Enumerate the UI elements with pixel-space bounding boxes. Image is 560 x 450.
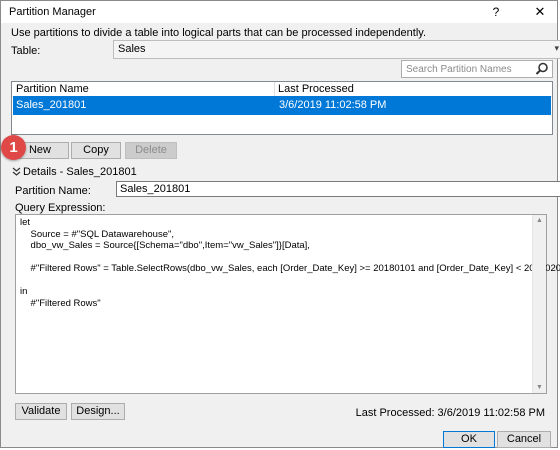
- description-text: Use partitions to divide a table into lo…: [11, 27, 426, 39]
- title-bar: Partition Manager ? ✕: [1, 1, 557, 23]
- scroll-up-icon[interactable]: ▲: [536, 217, 543, 224]
- cancel-button[interactable]: Cancel: [497, 431, 551, 448]
- scroll-down-icon[interactable]: ▼: [536, 384, 543, 391]
- close-button[interactable]: ✕: [527, 2, 553, 22]
- partitions-grid: Partition Name Last Processed Sales_2018…: [11, 81, 553, 135]
- partition-manager-dialog: Partition Manager ? ✕ Use partitions to …: [0, 0, 560, 448]
- column-header-last-processed[interactable]: Last Processed: [278, 83, 354, 95]
- partition-name-label: Partition Name:: [15, 185, 91, 197]
- search-icon[interactable]: [535, 62, 549, 76]
- table-select[interactable]: Sales ▾: [113, 40, 560, 59]
- query-expression-editor[interactable]: let Source = #"SQL Datawarehouse", dbo_v…: [15, 214, 560, 394]
- search-input[interactable]: [402, 62, 532, 76]
- table-select-value: Sales: [118, 43, 146, 55]
- last-processed-status: Last Processed: 3/6/2019 11:02:58 PM: [355, 407, 545, 419]
- partition-name-field[interactable]: Sales_201801: [116, 181, 560, 197]
- step-number-badge: 1: [1, 135, 26, 160]
- design-button[interactable]: Design...: [71, 403, 125, 420]
- help-button[interactable]: ?: [485, 2, 507, 22]
- ok-button[interactable]: OK: [443, 431, 495, 448]
- copy-button[interactable]: Copy: [71, 142, 121, 159]
- double-chevron-icon: [12, 167, 21, 176]
- window-title: Partition Manager: [9, 6, 96, 18]
- query-expression-label: Query Expression:: [15, 202, 106, 214]
- chevron-down-icon: ▾: [554, 43, 559, 53]
- table-row[interactable]: Sales_201801 3/6/2019 11:02:58 PM: [13, 96, 551, 115]
- column-header-partition-name[interactable]: Partition Name: [16, 83, 89, 95]
- details-header-text: Details - Sales_201801: [23, 166, 137, 178]
- query-scrollbar[interactable]: ▲ ▼: [532, 215, 546, 393]
- details-section-header[interactable]: Details - Sales_201801: [12, 166, 137, 178]
- last-processed-cell: 3/6/2019 11:02:58 PM: [279, 99, 387, 111]
- table-label: Table:: [11, 45, 41, 57]
- query-expression-text: let Source = #"SQL Datawarehouse", dbo_v…: [20, 217, 560, 309]
- search-box[interactable]: [401, 60, 553, 78]
- validate-button[interactable]: Validate: [15, 403, 67, 420]
- delete-button[interactable]: Delete: [125, 142, 177, 159]
- column-separator: [274, 82, 275, 96]
- grid-header: Partition Name Last Processed: [12, 82, 552, 97]
- partition-name-cell: Sales_201801: [16, 99, 87, 111]
